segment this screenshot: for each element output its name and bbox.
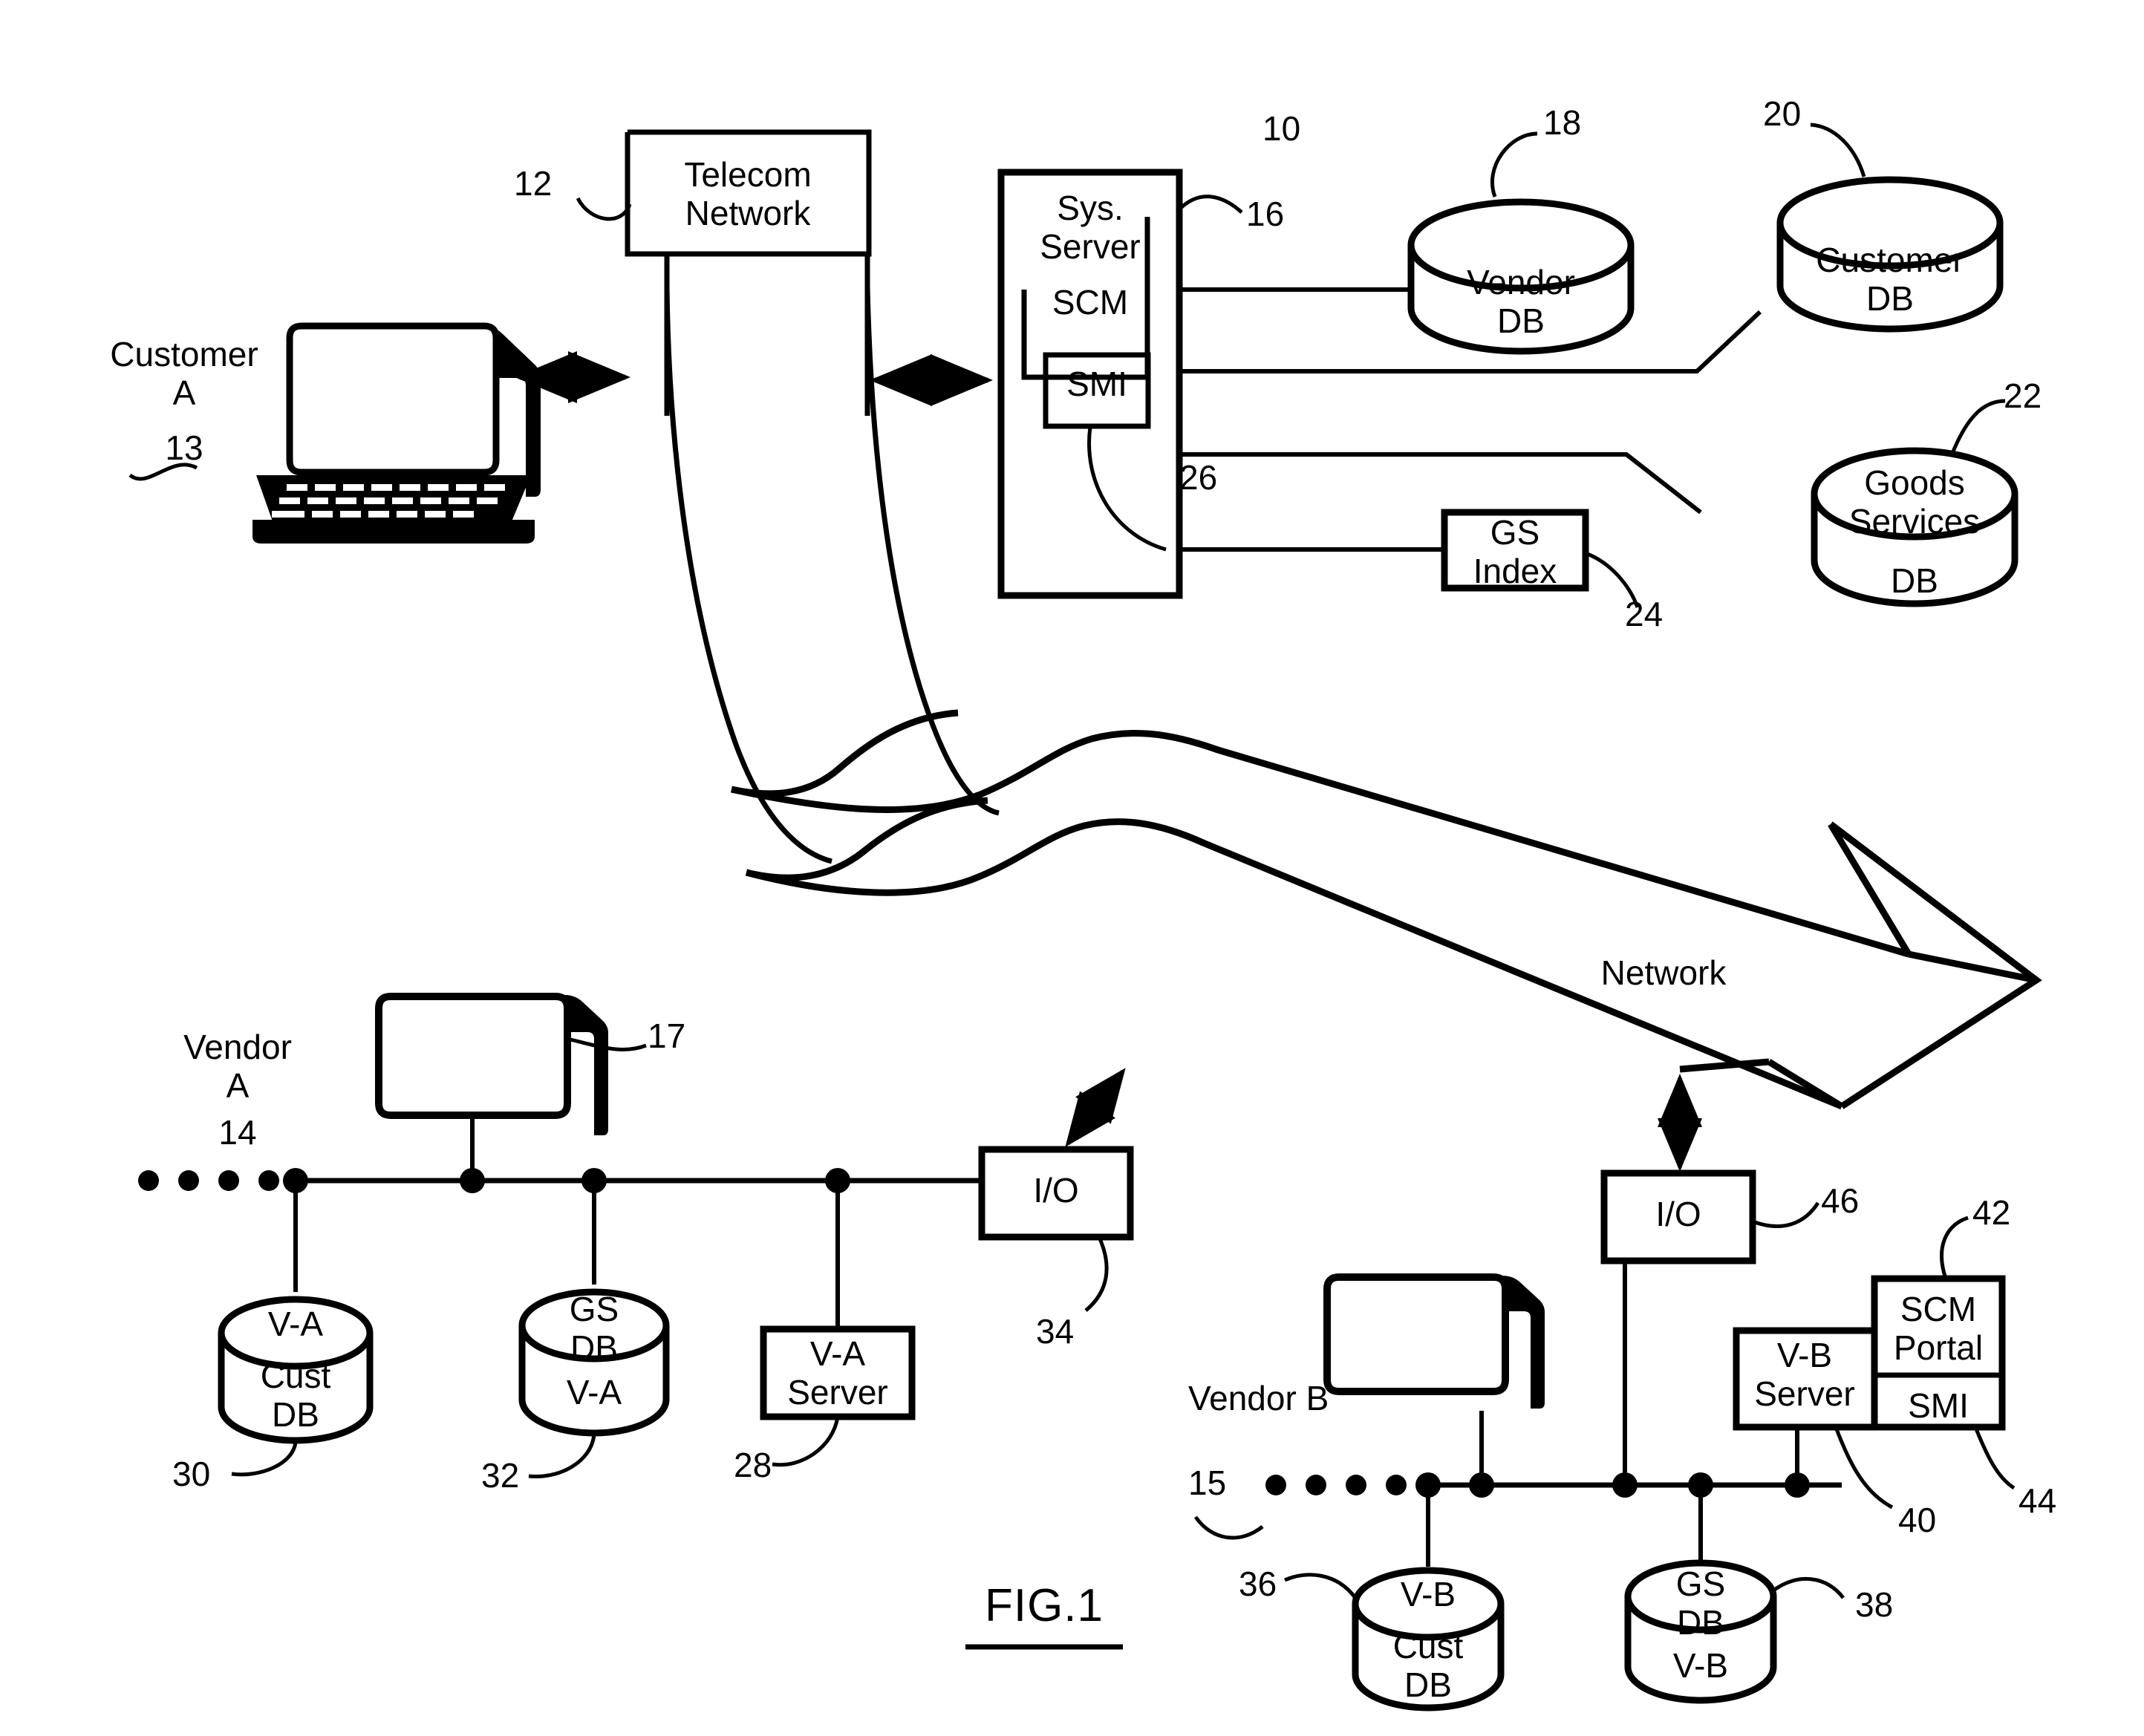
customer-a-laptop-screen (286, 322, 500, 476)
gs-index-box (1441, 509, 1589, 592)
va-cust-db-cylinder (218, 1296, 374, 1444)
vb-server-box (1733, 1327, 1878, 1431)
scm-portal-smi-box (1871, 1275, 2006, 1431)
va-gs-db-cylinder (518, 1288, 670, 1437)
goods-services-db-cylinder (1811, 447, 2018, 607)
vb-io-box (1600, 1169, 1756, 1265)
sys-server-box-outline (997, 169, 1183, 599)
vendor-b-terminal-screen (1323, 1273, 1509, 1395)
telecom-network-shape (625, 129, 872, 416)
patent-figure-1: Telecom Network 12 Customer A 13 Sys. Se… (0, 0, 2144, 1736)
network-arrow-shape (731, 729, 2042, 1110)
vb-gs-db-cylinder (1624, 1559, 1777, 1704)
vendor-a-bus-dots (138, 1170, 279, 1191)
va-io-box (978, 1146, 1134, 1241)
va-server-box (760, 1325, 916, 1420)
figure-drawing-canvas (128, 123, 2042, 1711)
vendor-a-terminal-screen (375, 993, 571, 1119)
vendor-b-bus-dots (1265, 1475, 1407, 1495)
customer-db-cylinder (1776, 176, 2004, 333)
vb-cust-db-cylinder (1352, 1567, 1505, 1711)
vendor-db-cylinder (1407, 198, 1635, 355)
